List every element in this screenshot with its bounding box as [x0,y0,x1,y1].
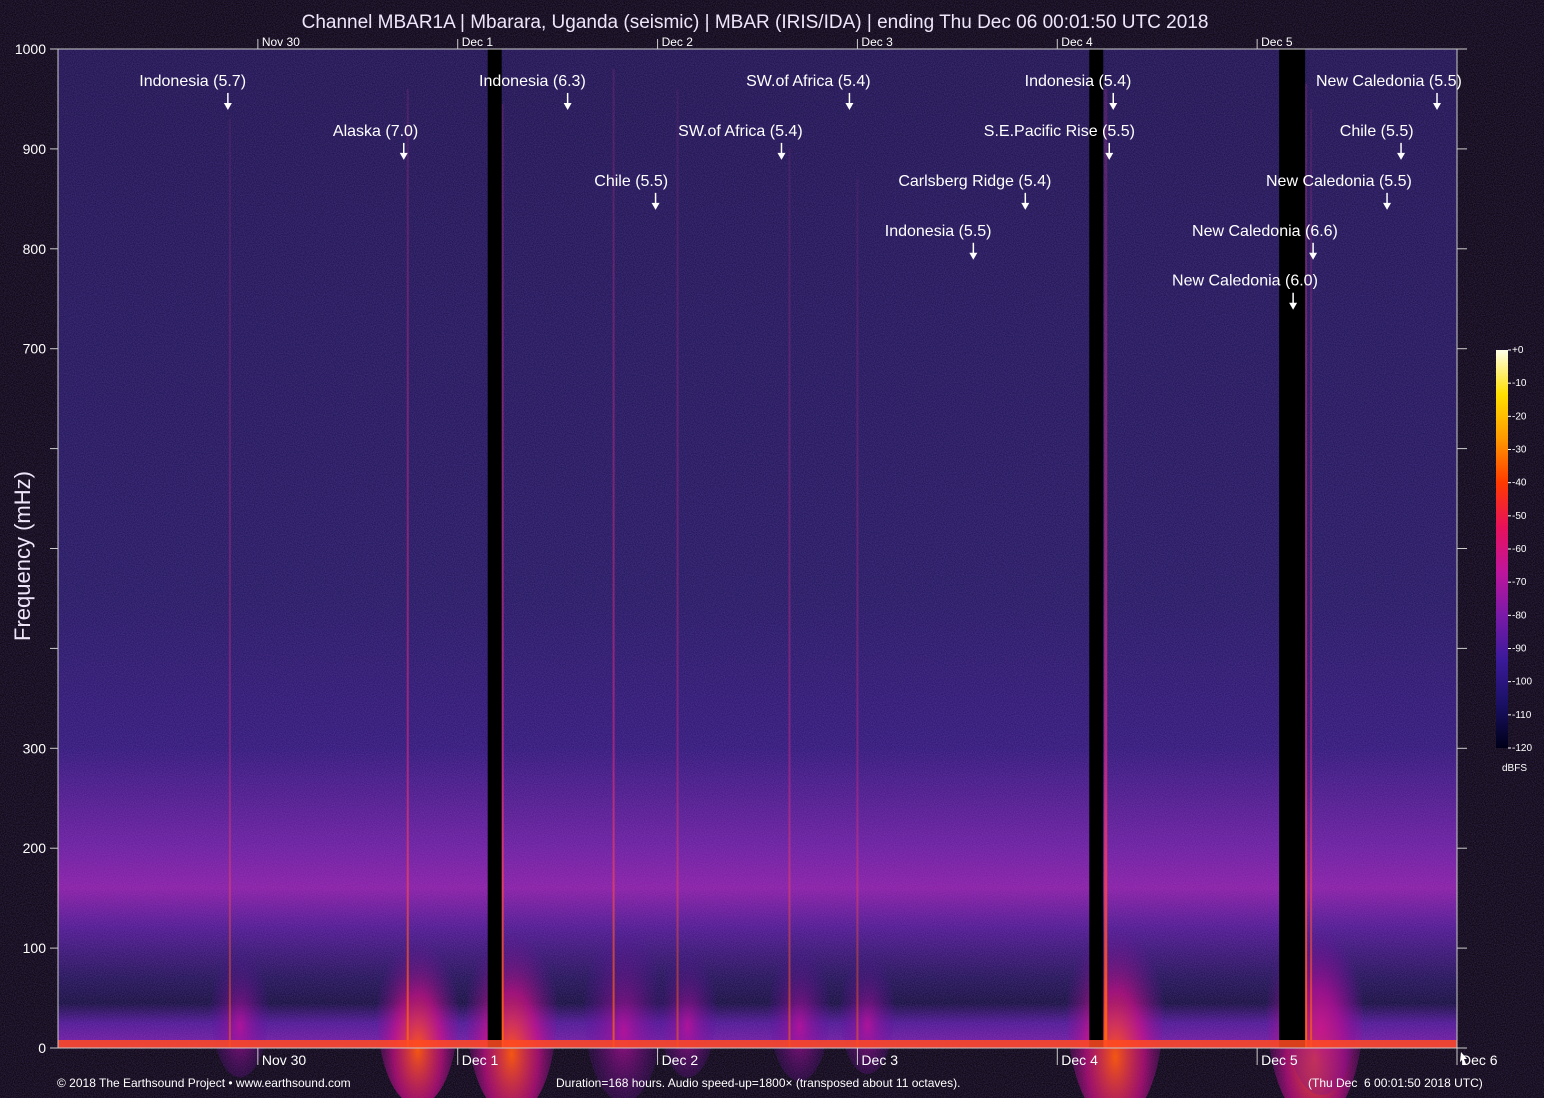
colorbar-tick-label: -10 [1512,378,1527,389]
colorbar-tick-label: -50 [1512,511,1527,522]
earthquake-label: New Caledonia (5.5) [1266,173,1412,190]
colorbar-scale [1496,350,1508,748]
top-date-label: Dec 5 [1261,35,1293,49]
y-tick-label: 100 [23,940,47,956]
spectrogram-chart: Channel MBAR1A | Mbarara, Uganda (seismi… [10,12,1532,1098]
colorbar-ticks: +0 -10 -20 -30 -40 -50 -60 -70 -80 -90 -100 -110 -12… [1508,345,1532,754]
signal-line [1104,88,1108,1048]
y-axis-label: Frequency (mHz) [10,471,35,641]
colorbar-tick-label: -80 [1512,610,1527,621]
right-axis-ticks [1457,48,1467,1049]
earthquake-label: SW.of Africa (5.4) [678,123,802,140]
colorbar-tick-label: -30 [1512,445,1527,456]
y-tick-label: 900 [23,141,47,157]
top-date-label: Dec 1 [462,35,494,49]
earthquake-label: Indonesia (6.3) [479,73,586,90]
copyright-text: © 2018 The Earthsound Project • www.eart… [57,1076,351,1090]
colorbar-tick-label: -20 [1512,411,1527,422]
top-date-label: Dec 3 [861,35,893,49]
bottom-date-label: Dec 1 [462,1052,499,1068]
signal-line [406,88,409,1048]
y-tick-label: 1000 [15,41,46,57]
plot-area [57,48,1458,1098]
top-date-label: Dec 2 [662,35,694,49]
earthquake-label: Indonesia (5.7) [139,73,246,90]
earthquake-label: Indonesia (5.4) [1025,73,1132,90]
y-tick-label: 800 [23,241,47,257]
colorbar-tick-label: -70 [1512,577,1527,588]
signal-line [676,88,679,1048]
burst-mark [769,945,830,1082]
colorbar-tick-label: -120 [1512,743,1532,754]
top-date-label: Nov 30 [262,35,300,49]
y-tick-label: 200 [23,840,47,856]
colorbar-tick-label: -100 [1512,677,1532,688]
chart-title: Channel MBAR1A | Mbarara, Uganda (seismi… [302,12,1209,33]
colorbar-tick-label: +0 [1512,345,1524,356]
y-tick-label: 300 [23,740,47,756]
data-gap [1279,49,1306,1048]
signal-line [788,148,791,1048]
colorbar: +0 -10 -20 -30 -40 -50 -60 -70 -80 -90 -100 -110 -12… [1496,345,1532,774]
earthquake-label: Chile (5.5) [594,173,668,190]
bottom-date-label: Dec 5 [1261,1052,1298,1068]
bottom-date-label: Dec 3 [861,1052,898,1068]
signal-line [1310,108,1313,1048]
earthquake-label: SW.of Africa (5.4) [746,73,870,90]
top-date-label: Dec 4 [1061,35,1093,49]
data-gap [487,49,502,1048]
earthquake-label: Chile (5.5) [1340,123,1414,140]
colorbar-tick-label: -40 [1512,478,1527,489]
signal-line [856,178,859,1048]
y-tick-label: 700 [23,341,47,357]
earthquake-label: Alaska (7.0) [333,123,418,140]
timestamp-text: (Thu Dec 6 00:01:50 2018 UTC) [1308,1076,1483,1090]
top-date-axis: Nov 30 Dec 1 Dec 2 Dec 3 Dec 4 Dec 5 [257,35,1293,49]
earthquake-label: New Caledonia (5.5) [1316,73,1462,90]
zero-frequency-band [58,1040,1457,1048]
earthquake-label: New Caledonia (6.0) [1172,273,1318,290]
bottom-date-label: Dec 2 [662,1052,699,1068]
bottom-date-label: Nov 30 [262,1052,307,1068]
burst-mark [584,924,663,1098]
colorbar-tick-label: -60 [1512,544,1527,555]
earthquake-label: Carlsberg Ridge (5.4) [898,173,1051,190]
burst-mark [211,948,269,1078]
burst-mark [377,920,459,1098]
earthquake-label: New Caledonia (6.6) [1192,223,1338,240]
earthquake-label: Indonesia (5.5) [885,223,992,240]
duration-text: Duration=168 hours. Audio speed-up=1800×… [556,1076,961,1090]
data-gap [1089,49,1104,1048]
colorbar-tick-label: -110 [1512,710,1532,721]
bottom-date-label: Dec 4 [1061,1052,1098,1068]
y-tick-label: 0 [38,1040,46,1056]
noise-texture [58,49,1457,1048]
signal-line [612,68,615,1049]
colorbar-unit: dBFS [1502,763,1527,774]
earthquake-label: S.E.Pacific Rise (5.5) [984,123,1135,140]
signal-line [228,118,231,1049]
colorbar-tick-label: -90 [1512,644,1527,655]
bottom-date-label: Dec 6 [1461,1052,1498,1068]
